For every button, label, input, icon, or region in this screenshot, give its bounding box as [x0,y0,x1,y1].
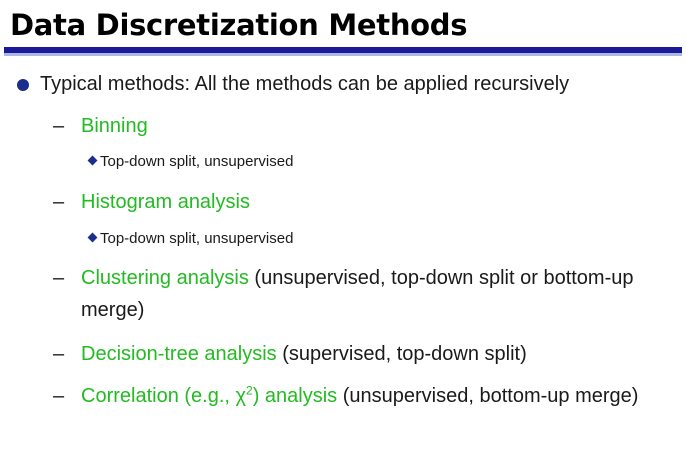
method-description: (supervised, top-down split) [276,343,527,365]
diamond-bullet-icon [87,232,98,243]
method-name: Decision-tree analysis [81,343,277,365]
dash-marker: – [53,267,65,289]
slide-title: Data Discretization Methods [10,8,468,42]
method-detail-histogram: Top-down split, unsupervised [87,229,294,249]
method-description: (unsupervised, bottom-up merge) [337,385,639,407]
method-name: Clustering analysis [81,267,249,289]
method-detail-binning: Top-down split, unsupervised [87,152,294,172]
dash-marker: – [53,385,65,407]
diamond-bullet-icon [87,155,98,166]
method-name-suffix: ) analysis [252,385,338,407]
method-name-superscript: 2 [246,383,253,398]
method-name: Correlation (e.g., χ2) analysis [81,383,338,407]
method-detail-text: Top-down split, unsupervised [100,230,294,247]
title-underline-accent [4,53,682,56]
method-name: Histogram analysis [81,191,250,213]
main-bullet-text: Typical methods: All the methods can be … [40,73,570,95]
method-name: Binning [81,115,148,137]
dash-marker: – [53,115,65,137]
bullet-dot-icon [17,79,29,91]
dash-marker: – [53,191,65,213]
dash-marker: – [53,343,65,365]
method-detail-text: Top-down split, unsupervised [100,153,294,170]
method-name-prefix: Correlation (e.g., χ [81,385,247,407]
